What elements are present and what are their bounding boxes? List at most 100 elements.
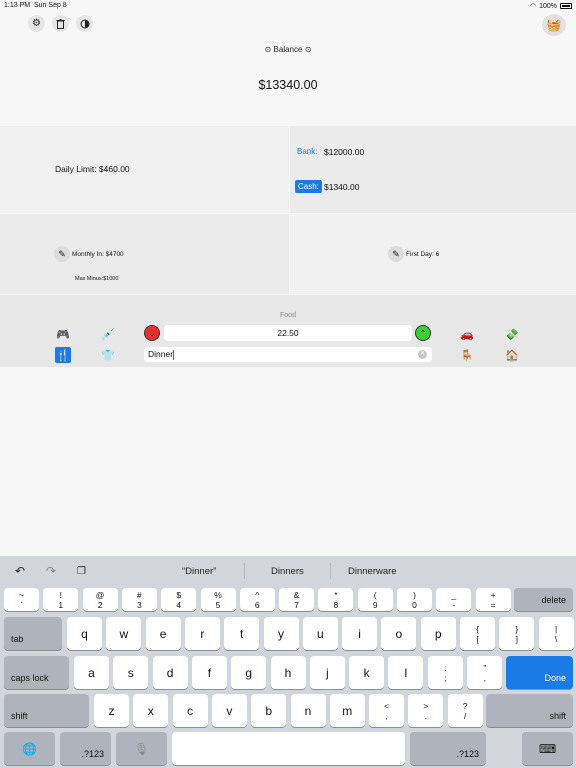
house-icon[interactable]: 🏠 [504,347,520,363]
key-shift-label: @ [95,589,105,600]
pencil-icon[interactable]: ✎ [388,246,404,262]
delete-key[interactable]: delete [514,588,573,611]
symbol-key[interactable]: <, [369,694,404,727]
suggestion-1[interactable]: “Dinner” [182,566,216,577]
symbol-key[interactable]: ) 0 [397,588,432,611]
symbol-key[interactable]: @2 [82,588,118,611]
letter-key-k[interactable]: k [349,656,385,689]
key-shift-label: ) [413,589,416,600]
letter-key-j[interactable]: j [309,656,345,689]
letter-key-r[interactable]: r [184,617,220,650]
food-icon[interactable]: 🍴 [55,347,71,363]
suggestion-2[interactable]: Dinners [271,566,304,577]
symbol-key[interactable]: | \ [538,617,574,650]
key-labels: ) 0 [412,590,417,610]
letter-key-w[interactable]: w [106,617,142,650]
clear-icon[interactable]: ✕ [418,350,427,359]
key-label: ; [444,672,447,683]
numbers-key-left[interactable]: .?123 [60,732,111,765]
letter-key-t[interactable]: t [224,617,260,650]
symbol-key[interactable]: ~ ` [4,588,39,611]
trash-icon[interactable] [52,15,69,32]
done-key[interactable]: Done [506,656,573,689]
key-label: = [490,599,496,610]
globe-icon[interactable]: 🌐 [4,732,55,765]
bank-value: $12000.00 [324,147,365,157]
letter-key-g[interactable]: g [231,656,267,689]
letter-key-b[interactable]: b [251,694,287,727]
key-labels: ^ 6 [255,590,260,610]
contrast-icon[interactable] [76,15,93,32]
symbol-key[interactable]: #3 [121,588,157,611]
increase-button[interactable]: ⌃ [415,325,431,341]
pencil-icon[interactable]: ✎ [54,246,70,262]
letter-key-s[interactable]: s [113,656,149,689]
letter-key-o[interactable]: o [381,617,417,650]
letter-key-e[interactable]: e [145,617,181,650]
keyboard-dismiss-icon[interactable]: ⌨ [522,732,573,765]
letter-key-z[interactable]: z [94,694,129,727]
letter-key-f[interactable]: f [191,656,227,689]
numbers-key-right[interactable]: .?123 [410,732,486,765]
key-label: 1 [58,599,64,610]
caps-lock-key[interactable]: caps lock [4,656,69,689]
letter-key-m[interactable]: m [329,694,365,727]
symbol-key[interactable]: * 8 [318,588,354,611]
money-icon[interactable]: 💸 [504,326,520,342]
symbol-key[interactable]: >. [408,694,444,727]
letter-key-n[interactable]: n [290,694,326,727]
right-shift-key[interactable]: shift [486,694,573,727]
letter-key-a[interactable]: a [74,656,109,689]
suggestion-divider [244,563,245,579]
letter-key-i[interactable]: i [342,617,378,650]
symbol-key[interactable]: & 7 [279,588,315,611]
symbol-key[interactable]: {[ [460,617,495,650]
symbol-key[interactable]: :; [428,656,463,689]
syringe-icon[interactable]: 💉 [100,326,116,342]
tab-key[interactable]: tab [4,617,62,650]
letter-key-l[interactable]: l [388,656,424,689]
basket-icon[interactable]: 🧺 [542,14,566,36]
undo-icon[interactable]: ↶ [15,564,25,578]
daily-limit-panel [0,126,289,213]
letter-key-x[interactable]: x [133,694,169,727]
letter-key-h[interactable]: h [270,656,306,689]
space-key[interactable] [172,732,405,765]
letter-key-v[interactable]: v [211,694,247,727]
symbol-key[interactable]: + = [475,588,511,611]
symbol-key[interactable]: % 5 [200,588,236,611]
symbol-key[interactable]: ! 1 [43,588,79,611]
redo-icon[interactable]: ↷ [46,564,56,578]
symbol-key[interactable]: ”, [467,656,503,689]
bank-button[interactable]: Bank: [297,147,317,156]
note-input[interactable]: Dinner ✕ [144,347,432,362]
shirt-icon[interactable]: 👕 [100,347,116,363]
key-label: . [424,710,427,721]
left-shift-key[interactable]: shift [4,694,89,727]
status-right: ◠ 100% [530,2,572,10]
suggestion-3[interactable]: Dinnerware [348,566,397,577]
microphone-icon[interactable]: 🎙 [116,732,167,765]
daily-limit-text: Daily Limit: $460.00 [55,164,130,174]
cash-button[interactable]: Cash: [295,180,322,193]
symbol-key[interactable]: $4 [161,588,197,611]
chair-icon[interactable]: 🪑 [459,347,475,363]
letter-key-c[interactable]: c [172,694,208,727]
letter-key-y[interactable]: y [263,617,299,650]
key-shift-label: % [214,589,222,600]
letter-key-q[interactable]: q [67,617,102,650]
car-icon[interactable]: 🚗 [459,326,475,342]
symbol-key[interactable]: ? / [447,694,483,727]
symbol-key[interactable]: ^ 6 [239,588,275,611]
gamepad-icon[interactable]: 🎮 [55,326,71,342]
gear-icon[interactable]: ⚙ [28,15,45,32]
letter-key-u[interactable]: u [302,617,338,650]
symbol-key[interactable]: _ - [436,588,472,611]
paste-icon[interactable]: ❐ [77,566,86,577]
symbol-key[interactable]: }] [499,617,535,650]
amount-input[interactable]: 22.50 [164,325,412,341]
decrease-button[interactable]: ⌄ [144,325,160,341]
symbol-key[interactable]: (9 [357,588,393,611]
letter-key-p[interactable]: p [420,617,456,650]
letter-key-d[interactable]: d [152,656,188,689]
